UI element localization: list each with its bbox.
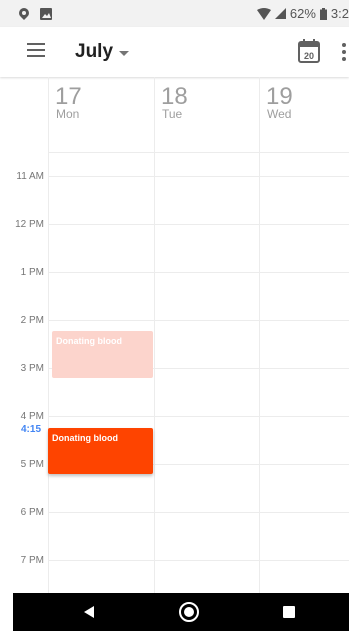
- hour-label: 4 PM: [20, 411, 44, 422]
- day-header-tue[interactable]: 18 Tue: [154, 77, 259, 152]
- column-divider: [154, 152, 155, 593]
- column-divider: [259, 152, 260, 593]
- recent-apps-icon[interactable]: [283, 606, 295, 618]
- hour-line: [48, 560, 349, 561]
- today-calendar-icon[interactable]: 20: [298, 39, 320, 63]
- wifi-icon: [256, 7, 271, 20]
- hour-line: [48, 512, 349, 513]
- hour-label: 12 PM: [15, 219, 44, 230]
- chevron-down-icon: [119, 50, 130, 56]
- current-time-label: 4:15: [20, 424, 41, 435]
- hour-line: [48, 416, 349, 417]
- hour-label: 1 PM: [20, 267, 44, 278]
- signal-icon: [274, 8, 286, 19]
- hour-line: [48, 320, 349, 321]
- time-grid[interactable]: 11 AM 12 PM 1 PM 2 PM 3 PM 4 PM 5 PM 6 P…: [0, 152, 349, 593]
- day-header-mon[interactable]: 17 Mon: [48, 77, 154, 152]
- app-bar: July 20: [0, 27, 349, 77]
- day-name: Tue: [162, 107, 183, 121]
- image-icon: [40, 7, 52, 20]
- hour-label: 2 PM: [20, 315, 44, 326]
- event-donating-blood-past[interactable]: Donating blood: [52, 331, 153, 378]
- event-title: Donating blood: [52, 433, 118, 443]
- home-icon[interactable]: [179, 602, 199, 622]
- more-options-icon[interactable]: [340, 42, 346, 62]
- location-icon: [18, 7, 30, 20]
- battery-icon: [319, 7, 327, 20]
- event-title: Donating blood: [56, 336, 122, 346]
- menu-icon[interactable]: [27, 43, 45, 57]
- month-label: July: [75, 41, 114, 62]
- hour-label: 5 PM: [20, 459, 44, 470]
- battery-percent: 62%: [289, 6, 316, 21]
- day-name: Mon: [56, 107, 80, 121]
- hour-label: 6 PM: [20, 507, 44, 518]
- today-icon-number: 20: [304, 51, 314, 61]
- hour-line: [48, 152, 349, 153]
- hour-line: [48, 176, 349, 177]
- clock: 3:2: [330, 6, 349, 21]
- day-header-wed[interactable]: 19 Wed: [259, 77, 349, 152]
- back-icon[interactable]: [84, 606, 94, 618]
- hour-line: [48, 272, 349, 273]
- day-header-row: 17 Mon 18 Tue 19 Wed: [0, 77, 349, 152]
- column-divider: [48, 152, 49, 593]
- hour-label: 11 AM: [16, 171, 44, 182]
- event-donating-blood-active[interactable]: Donating blood: [48, 428, 153, 474]
- month-selector[interactable]: July: [75, 41, 130, 63]
- day-name: Wed: [267, 107, 292, 121]
- hour-label: 7 PM: [20, 555, 44, 566]
- hour-line: [48, 224, 349, 225]
- hour-label: 3 PM: [20, 363, 44, 374]
- system-nav-bar: [13, 593, 349, 631]
- status-bar: 62% 3:2: [0, 0, 349, 27]
